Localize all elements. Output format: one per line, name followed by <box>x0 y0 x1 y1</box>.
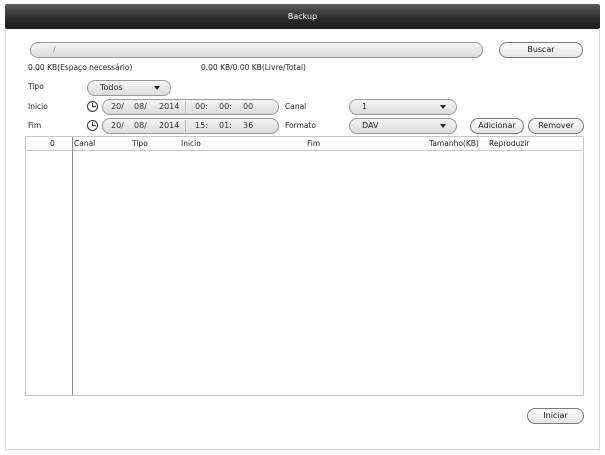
inicio-day[interactable]: 20/ <box>111 100 124 114</box>
tipo-select-value: Todos <box>100 83 123 92</box>
fim-day[interactable]: 20/ <box>111 119 124 133</box>
date-time-separator <box>185 120 186 132</box>
space-required-text: 0.00 KB(Espaço necessário) <box>28 63 133 72</box>
canal-select[interactable]: 1 <box>349 99 457 115</box>
chevron-down-icon <box>154 86 160 90</box>
fim-year[interactable]: 2014 <box>159 119 179 133</box>
clock-icon <box>87 101 98 112</box>
tipo-select[interactable]: Todos <box>87 80 171 96</box>
formato-label: Formato <box>285 121 317 130</box>
date-time-separator <box>185 101 186 113</box>
chevron-down-icon <box>440 105 446 109</box>
canal-label: Canal <box>285 102 307 111</box>
table-count: 0 <box>50 139 55 148</box>
column-header-fim[interactable]: Fim <box>307 137 320 150</box>
remover-button-label: Remover <box>538 121 574 130</box>
fim-hour[interactable]: 15: <box>195 119 208 133</box>
chevron-down-icon <box>440 124 446 128</box>
remover-button[interactable]: Remover <box>528 118 584 134</box>
inicio-minute[interactable]: 00: <box>219 100 232 114</box>
formato-select-value: DAV <box>362 121 379 130</box>
inicio-year[interactable]: 2014 <box>159 100 179 114</box>
iniciar-button-label: Iniciar <box>543 411 568 420</box>
backup-path-field[interactable]: / <box>30 42 483 58</box>
fim-datetime-field[interactable]: 20/ 08/ 2014 15: 01: 36 <box>102 118 279 134</box>
fim-label: Fim <box>28 121 42 130</box>
window-title: Backup <box>287 12 318 21</box>
inicio-hour[interactable]: 00: <box>195 100 208 114</box>
inicio-datetime-field[interactable]: 20/ 08/ 2014 00: 00: 00 <box>102 99 279 115</box>
column-header-tamanho[interactable]: Tamanho(KB) <box>429 137 479 150</box>
inicio-second[interactable]: 00 <box>243 100 253 114</box>
clock-icon <box>87 120 98 131</box>
column-header-inicio[interactable]: Inicio <box>181 137 201 150</box>
buscar-button[interactable]: Buscar <box>499 42 583 58</box>
formato-select[interactable]: DAV <box>349 118 457 134</box>
table-column-divider <box>72 137 73 395</box>
backup-file-table: 0 Canal Tipo Inicio Fim Tamanho(KB) Repr… <box>25 136 584 396</box>
adicionar-button[interactable]: Adicionar <box>470 118 524 134</box>
space-free-total-text: 0.00 KB/0.00 KB(Livre/Total) <box>201 63 306 72</box>
column-header-reproduzir[interactable]: Reproduzir <box>489 137 529 150</box>
inicio-month[interactable]: 08/ <box>134 100 147 114</box>
backup-path-value: / <box>53 45 56 54</box>
column-header-tipo[interactable]: Tipo <box>132 137 148 150</box>
iniciar-button[interactable]: Iniciar <box>527 408 584 424</box>
adicionar-button-label: Adicionar <box>478 121 516 130</box>
tipo-label: Tipo <box>28 82 44 91</box>
buscar-button-label: Buscar <box>527 45 555 54</box>
column-header-canal[interactable]: Canal <box>74 137 95 150</box>
inicio-label: Inicio <box>28 102 48 111</box>
window-title-bar: Backup <box>5 4 600 29</box>
table-header: 0 Canal Tipo Inicio Fim Tamanho(KB) Repr… <box>26 137 583 151</box>
fim-month[interactable]: 08/ <box>134 119 147 133</box>
fim-minute[interactable]: 01: <box>219 119 232 133</box>
canal-select-value: 1 <box>362 102 368 111</box>
fim-second[interactable]: 36 <box>243 119 253 133</box>
